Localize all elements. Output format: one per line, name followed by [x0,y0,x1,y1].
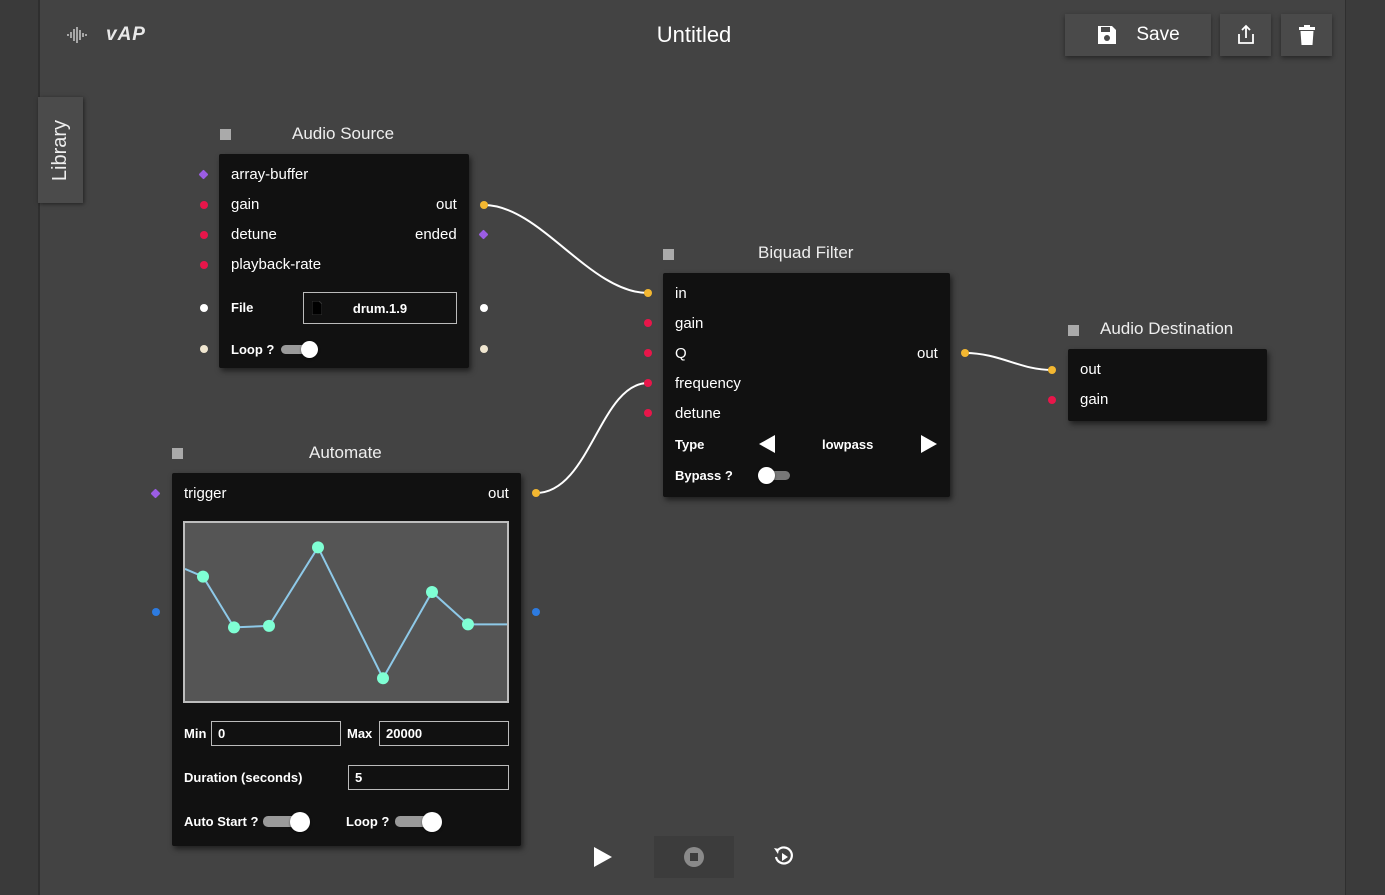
automate-select-handle[interactable] [172,448,183,459]
automate-title[interactable]: Automate [309,443,382,463]
trigger-label: trigger [184,485,227,502]
app-logo: vAP [66,24,146,46]
right-gutter [1345,0,1385,895]
delete-button[interactable] [1281,14,1332,56]
page-title[interactable]: Untitled [594,22,794,48]
audio-source-select-handle[interactable] [220,129,231,140]
array-buffer-label: array-buffer [231,166,309,183]
bypass-toggle[interactable] [758,467,794,484]
playback-rate-label: playback-rate [231,256,322,273]
play-icon [594,847,612,867]
audio-source-detune-label: detune [231,226,277,243]
biquad-in-label: in [675,285,687,302]
audio-source-detune-port[interactable] [200,231,208,239]
curve-control-point[interactable] [426,585,438,598]
biquad-q-label: Q [675,345,687,362]
audio-source-gain-label: gain [231,196,260,213]
autostart-toggle[interactable] [263,812,311,832]
audio-source-title[interactable]: Audio Source [292,124,394,144]
max-input[interactable]: 20000 [379,721,509,746]
audio-source-out-port[interactable] [480,201,488,209]
destination-select-handle[interactable] [1068,325,1079,336]
max-label: Max [347,726,373,741]
curve-control-point[interactable] [462,618,474,631]
filter-type-label: Type [675,437,705,452]
max-value: 20000 [386,726,423,741]
automation-curve-line [185,545,507,681]
destination-title[interactable]: Audio Destination [1100,319,1233,339]
biquad-q-port[interactable] [644,349,652,357]
automate-out-label: out [488,485,509,502]
library-label: Library [49,119,72,181]
file-in-port[interactable] [200,304,208,312]
destination-gain-port[interactable] [1048,396,1056,404]
replay-button[interactable] [764,837,804,877]
ended-label: ended [415,226,457,243]
min-input[interactable]: 0 [211,721,341,746]
curve-out-port[interactable] [532,608,540,616]
curve-in-port[interactable] [152,608,160,616]
file-label: File [231,300,254,315]
type-next-arrow-icon[interactable] [921,435,937,453]
file-name: drum.1.9 [352,300,408,316]
file-picker[interactable]: drum.1.9 [303,292,457,324]
audio-destination-node[interactable] [1068,349,1267,421]
audio-source-loop-toggle[interactable] [281,341,318,358]
playback-rate-port[interactable] [200,261,208,269]
loop-in-port[interactable] [200,345,208,353]
share-icon [1237,24,1254,44]
audio-source-gain-port[interactable] [200,201,208,209]
destination-gain-label: gain [1080,391,1109,408]
automate-loop-label: Loop ? [346,814,390,829]
biquad-detune-port[interactable] [644,409,652,417]
duration-value: 5 [355,770,363,785]
bypass-label: Bypass ? [675,468,733,483]
audio-source-out-label: out [436,196,457,213]
biquad-out-label: out [917,345,938,362]
file-out-port[interactable] [480,304,488,312]
biquad-title[interactable]: Biquad Filter [758,243,853,263]
loop-out-port[interactable] [480,345,488,353]
biquad-in-port[interactable] [644,289,652,297]
replay-icon [774,846,793,865]
automation-curve[interactable] [185,523,507,701]
audio-source-loop-label: Loop ? [231,342,275,357]
save-label: Save [1136,24,1180,45]
biquad-select-handle[interactable] [663,249,674,260]
file-icon [312,301,322,315]
curve-control-point[interactable] [263,619,275,632]
automate-out-port[interactable] [532,489,540,497]
curve-control-point[interactable] [228,621,240,634]
duration-input[interactable]: 5 [348,765,509,790]
floppy-disk-icon [1098,26,1117,44]
stop-icon [684,847,704,867]
min-label: Min [184,726,207,741]
trash-icon [1298,25,1315,45]
automation-curve-editor[interactable] [183,521,509,703]
biquad-detune-label: detune [675,405,721,422]
duration-label: Duration (seconds) [184,770,303,785]
waveform-icon [67,27,87,43]
play-button[interactable] [583,837,623,877]
biquad-gain-label: gain [675,315,704,332]
save-button[interactable]: Save [1065,14,1211,56]
curve-control-point[interactable] [377,672,389,685]
min-value: 0 [218,726,226,741]
curve-control-point[interactable] [197,570,209,583]
autostart-label: Auto Start ? [184,814,259,829]
library-tab[interactable]: Library [38,97,83,203]
biquad-gain-port[interactable] [644,319,652,327]
export-button[interactable] [1220,14,1271,56]
type-prev-arrow-icon[interactable] [759,435,775,453]
destination-out-port[interactable] [1048,366,1056,374]
curve-control-point[interactable] [312,541,324,554]
filter-type-value: lowpass [822,437,874,452]
destination-out-label: out [1080,361,1101,378]
biquad-frequency-port[interactable] [644,379,652,387]
biquad-frequency-label: frequency [675,375,741,392]
stop-button[interactable] [654,836,734,878]
biquad-out-port[interactable] [961,349,969,357]
logo-text: vAP [106,24,146,45]
automate-loop-toggle[interactable] [395,812,443,832]
